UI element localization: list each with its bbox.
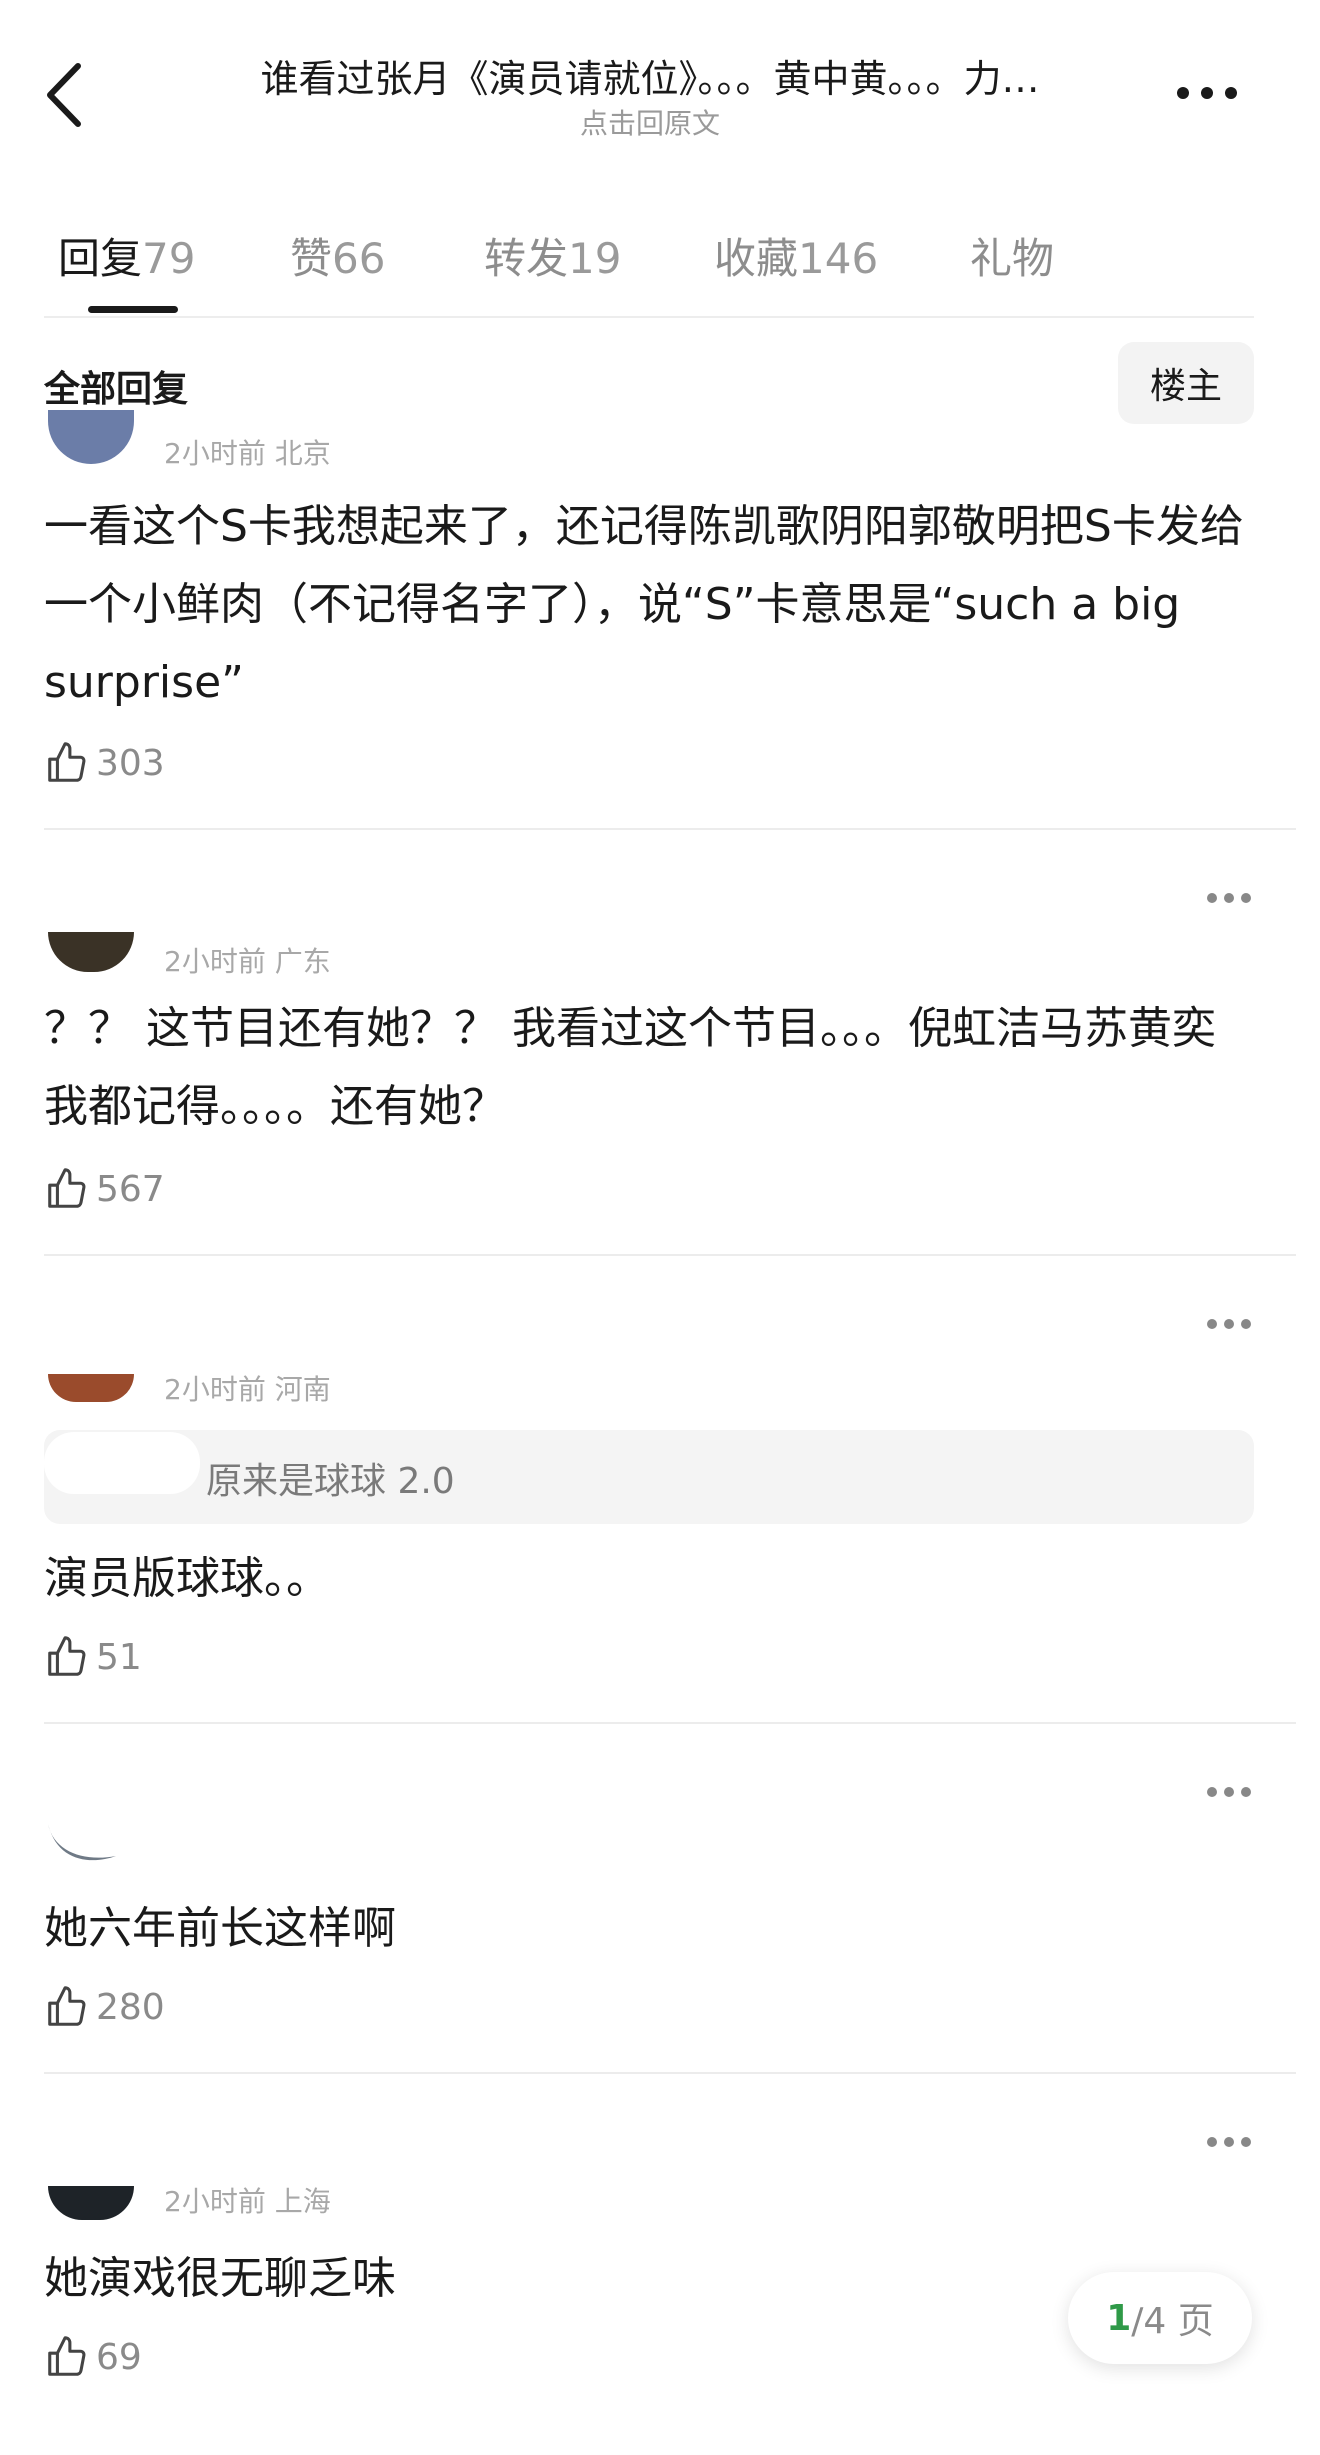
comment-text: ？？ 这节目还有她？？ 我看过这个节目。。。倪虹洁马苏黄奕我都记得。。。。还有她… [44, 1003, 1216, 1132]
like-button[interactable]: 280 [44, 1984, 165, 2030]
page-title[interactable]: 谁看过张月《演员请就位》。。。黄中黄。。。力… [160, 48, 1140, 103]
comment-meta: 2小时前 北京 [164, 437, 331, 470]
like-button[interactable]: 51 [44, 1634, 142, 1680]
back-to-original-link[interactable]: 点击回原文 [160, 102, 1140, 142]
comment-divider [44, 1254, 1296, 1256]
comment-more-icon[interactable] [1206, 1786, 1252, 1798]
thumbs-up-icon [48, 1168, 86, 1208]
comment-text: 她六年前长这样啊 [44, 1903, 396, 1954]
like-count: 51 [96, 1636, 142, 1678]
thumbs-up-icon [48, 1636, 86, 1676]
avatar[interactable] [48, 932, 134, 972]
like-count: 303 [96, 742, 165, 784]
like-button[interactable]: 567 [44, 1166, 165, 1212]
tabs-divider [44, 316, 1254, 318]
tab-favorites[interactable]: 收藏146 [714, 225, 878, 286]
back-arrow-icon[interactable] [40, 60, 90, 130]
comment-meta: 2小时前 河南 [164, 1373, 331, 1406]
thumbs-up-icon [48, 1986, 86, 2026]
owner-only-button[interactable]: 楼主 [1118, 342, 1254, 424]
tab-replies[interactable]: 回复79 [58, 225, 195, 286]
comment-text: 一看这个S卡我想起来了，还记得陈凯歌阴阳郭敬明把S卡发给一个小鲜肉（不记得名字了… [44, 501, 1244, 708]
quoted-user-redaction [44, 1432, 200, 1494]
comment-more-icon[interactable] [1206, 1318, 1252, 1330]
comment-meta: 2小时前 上海 [164, 2185, 331, 2218]
avatar[interactable] [44, 1822, 120, 1868]
like-count: 280 [96, 1986, 165, 2028]
comment-divider [44, 1722, 1296, 1724]
comment-text: 演员版球球。。 [44, 1553, 330, 1604]
page-indicator[interactable]: 1/4 页 [1068, 2272, 1252, 2364]
avatar[interactable] [48, 2186, 134, 2220]
current-page: 1 [1106, 2297, 1132, 2339]
all-replies-label: 全部回复 [44, 369, 189, 410]
comment-meta: 2小时前 广东 [164, 945, 331, 978]
comment-more-icon[interactable] [1206, 2136, 1252, 2148]
thumbs-up-icon [48, 2336, 86, 2376]
total-pages: /4 页 [1131, 2301, 1214, 2342]
tab-likes[interactable]: 赞66 [290, 225, 385, 286]
like-count: 567 [96, 1168, 165, 1210]
active-tab-indicator [88, 306, 178, 313]
comment-more-icon[interactable] [1206, 892, 1252, 904]
like-button[interactable]: 303 [44, 740, 165, 786]
more-menu-icon[interactable] [1175, 85, 1239, 101]
avatar[interactable] [48, 410, 134, 464]
quoted-reply-text: 原来是球球 2.0 [206, 1461, 455, 1502]
like-button[interactable]: 69 [44, 2334, 142, 2380]
comment-divider [44, 2072, 1296, 2074]
tab-gifts[interactable]: 礼物 [970, 225, 1054, 286]
tab-reposts[interactable]: 转发19 [484, 225, 621, 286]
comment-divider [44, 828, 1296, 830]
like-count: 69 [96, 2336, 142, 2378]
avatar[interactable] [48, 1374, 134, 1402]
thumbs-up-icon [48, 742, 86, 782]
